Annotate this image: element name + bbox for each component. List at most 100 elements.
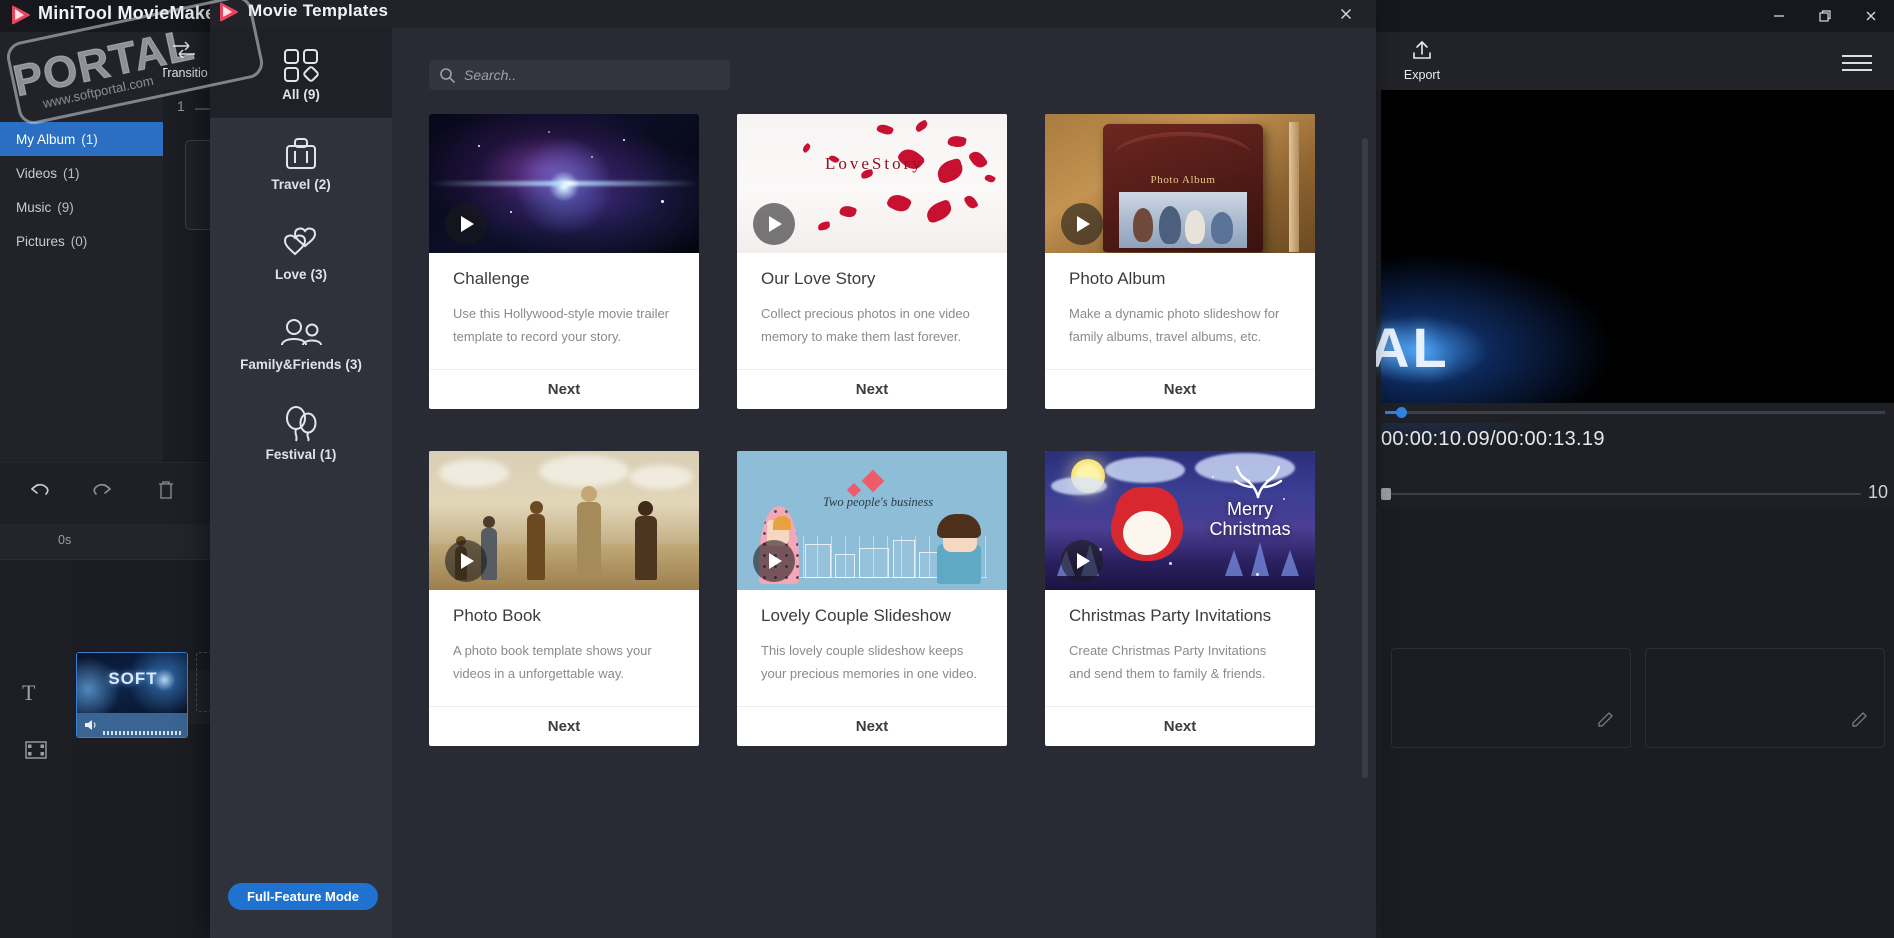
thumbnail-text: Two people's business [823,495,934,509]
reindeer-antler-icon [1219,455,1297,499]
template-thumbnail[interactable] [429,114,699,253]
template-title: Our Love Story [761,269,876,288]
film-track-icon[interactable] [22,738,50,767]
search-icon [439,67,456,84]
template-card-photo-book[interactable]: Photo Book A photo book template shows y… [429,451,699,746]
hamburger-menu-icon[interactable] [1842,50,1872,76]
close-icon[interactable] [1848,0,1894,32]
preview-overlay-text: AL [1369,316,1450,379]
close-icon[interactable] [1326,0,1366,28]
media-item-pictures[interactable]: Pictures (0) [0,224,163,258]
play-button[interactable] [753,540,795,582]
category-label: Love (3) [274,266,327,282]
template-card-christmas-party-invitations[interactable]: Merry Christmas Christmas Party Invitati… [1045,451,1315,746]
template-search-box[interactable] [429,60,730,90]
template-card-lovely-couple-slideshow[interactable]: Two people's business Lovely Couple Slid… [737,451,1007,746]
template-thumbnail[interactable]: Two people's business [737,451,1007,590]
media-item-label: My Album [16,131,76,147]
timecode-display: 00:00:10.09/00:00:13.19 [1381,428,1605,450]
progress-track [1385,411,1885,414]
template-card-our-love-story[interactable]: LoveStory Our Love Story Collect preciou… [737,114,1007,409]
template-next-button[interactable]: Next [429,706,699,746]
template-title: Lovely Couple Slideshow [761,606,951,625]
category-label: All (9) [282,86,320,102]
window-controls [1756,0,1894,32]
media-item-my-album[interactable]: My Album (1) [0,122,163,156]
play-button[interactable] [445,540,487,582]
progress-knob[interactable] [1396,407,1407,418]
clip-audio-strip [77,713,187,737]
playback-progress-bar[interactable] [1381,403,1894,423]
media-item-count: (9) [57,199,74,215]
edit-pencil-icon[interactable] [1596,708,1616,733]
template-title: Photo Book [453,606,541,625]
template-card-photo-album[interactable]: Photo Album Photo Album Make a dynamic p… [1045,114,1315,409]
thumbnail-text: Merry Christmas [1209,499,1291,539]
play-button[interactable] [1061,203,1103,245]
people-icon [276,315,326,355]
category-item-love[interactable]: Love (3) [210,208,392,298]
category-item-festival[interactable]: Festival (1) [210,388,392,478]
template-description: A photo book template shows your videos … [453,643,652,681]
template-next-button[interactable]: Next [737,369,1007,409]
full-feature-mode-button[interactable]: Full-Feature Mode [228,883,378,910]
template-thumbnail[interactable] [429,451,699,590]
restore-icon[interactable] [1802,0,1848,32]
speaker-icon[interactable] [83,717,99,737]
thumbnail-text: Photo Album [1150,174,1216,186]
media-item-music[interactable]: Music (9) [0,190,163,224]
timeline-tick-0s: 0s [58,533,72,547]
video-preview[interactable]: AL [1369,90,1894,460]
redo-icon[interactable] [90,479,116,506]
template-title: Photo Album [1069,269,1166,288]
minimize-icon[interactable] [1756,0,1802,32]
play-button[interactable] [753,203,795,245]
template-thumbnail[interactable]: LoveStory [737,114,1007,253]
media-item-count: (1) [63,165,80,181]
category-label: Family&Friends (3) [240,356,362,372]
template-next-button[interactable]: Next [1045,369,1315,409]
zoom-slider-row[interactable]: 10 [1381,482,1894,508]
template-thumbnail[interactable]: Photo Album [1045,114,1315,253]
search-input[interactable] [456,67,730,83]
modal-scrollbar[interactable] [1362,138,1368,778]
template-next-button[interactable]: Next [1045,706,1315,746]
template-thumbnail[interactable]: Merry Christmas [1045,451,1315,590]
zoom-track [1381,493,1861,495]
template-card-body: Christmas Party Invitations Create Chris… [1045,590,1315,706]
template-description: Create Christmas Party Invitations and s… [1069,643,1267,681]
right-panel-box-1[interactable] [1391,648,1631,748]
tab-transition-label: Transitio [160,66,208,80]
play-button[interactable] [445,203,487,245]
media-item-count: (0) [70,233,88,249]
modal-header: Movie Templates [210,0,1376,28]
trash-icon[interactable] [156,479,176,506]
template-content-area: Challenge Use this Hollywood-style movie… [392,28,1376,938]
right-panel-box-2[interactable] [1645,648,1885,748]
category-item-all[interactable]: All (9) [210,28,392,118]
export-label: Export [1403,68,1441,82]
template-next-button[interactable]: Next [737,706,1007,746]
media-library-panel: My Album (1) Videos (1) Music (9) Pictur… [0,32,163,462]
category-item-family-friends[interactable]: Family&Friends (3) [210,298,392,388]
export-button[interactable]: Export [1389,38,1455,82]
template-card-challenge[interactable]: Challenge Use this Hollywood-style movie… [429,114,699,409]
two-hearts-icon [278,225,324,265]
media-library-list: My Album (1) Videos (1) Music (9) Pictur… [0,122,163,258]
timeline-video-clip[interactable]: SOFT [76,652,188,738]
play-button[interactable] [1061,540,1103,582]
template-title: Christmas Party Invitations [1069,606,1272,625]
undo-icon[interactable] [26,479,52,506]
edit-pencil-icon[interactable] [1850,708,1870,733]
template-description: This lovely couple slideshow keeps your … [761,643,978,681]
screen-root: MiniTool MovieMaker Transitio My Album (… [0,0,1894,938]
media-item-label: Videos [16,165,58,181]
zoom-knob[interactable] [1381,488,1391,500]
media-item-label: Pictures [16,233,65,249]
moviemaker-logo-icon [218,2,240,24]
balloons-icon [280,405,322,445]
category-item-travel[interactable]: Travel (2) [210,118,392,208]
template-next-button[interactable]: Next [429,369,699,409]
media-item-videos[interactable]: Videos (1) [0,156,163,190]
text-track-icon[interactable]: T [22,680,35,706]
